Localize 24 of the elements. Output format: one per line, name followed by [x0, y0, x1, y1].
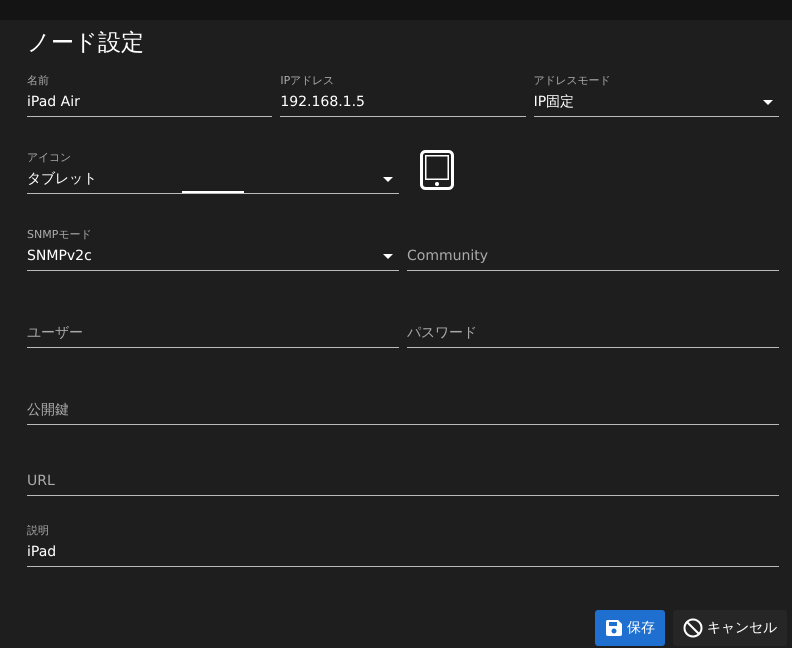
- field-label: 名前: [27, 74, 50, 88]
- input-field[interactable]: ユーザー: [27, 319, 399, 347]
- select-field[interactable]: IP固定: [534, 88, 763, 116]
- input-field[interactable]: iPad Air: [27, 88, 272, 116]
- caret-icon: [762, 100, 773, 104]
- save-button[interactable]: 保存: [595, 610, 665, 646]
- prohibited-icon: [683, 618, 703, 638]
- input-field[interactable]: iPad: [27, 538, 779, 566]
- cancel-button[interactable]: キャンセル: [673, 610, 787, 646]
- input-field[interactable]: パスワード: [407, 319, 779, 347]
- input-field[interactable]: Community: [407, 242, 779, 270]
- field-label: IPアドレス: [280, 74, 336, 88]
- tablet-icon: [420, 150, 454, 190]
- input-field[interactable]: 192.168.1.5: [280, 88, 526, 116]
- select-field[interactable]: SNMPv2c: [27, 242, 383, 270]
- input-field[interactable]: 公開鍵: [27, 396, 779, 424]
- field-label: アドレスモード: [534, 74, 612, 88]
- field-label: SNMPモード: [27, 228, 92, 242]
- caret-icon: [383, 176, 393, 182]
- dialog-title: ノード設定: [27, 29, 145, 58]
- input-field[interactable]: URL: [27, 467, 779, 495]
- field-label: アイコン: [27, 151, 72, 165]
- caret-icon: [383, 254, 393, 258]
- field-label: 説明: [27, 524, 50, 538]
